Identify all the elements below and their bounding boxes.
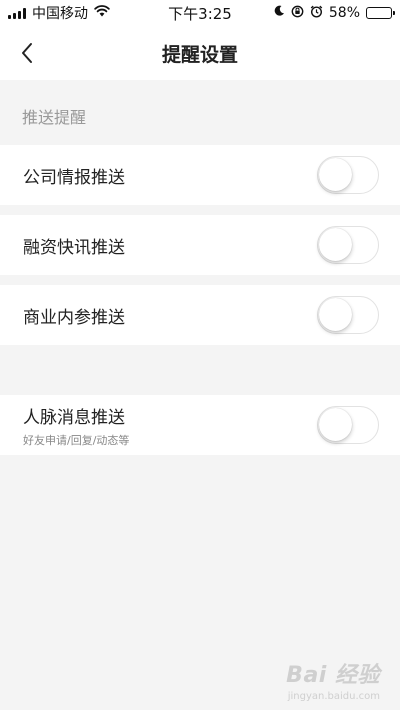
status-left: 中国移动 — [8, 3, 110, 23]
section-header: 推送提醒 — [22, 108, 87, 127]
wifi-icon — [94, 5, 110, 21]
company-intel-toggle[interactable] — [317, 156, 379, 194]
setting-text: 公司情报推送 — [23, 163, 125, 188]
watermark-url: jingyan.baidu.com — [287, 691, 380, 702]
setting-row-company-intel: 公司情报推送 — [0, 145, 400, 205]
page-title: 提醒设置 — [161, 43, 238, 66]
moon-icon — [273, 5, 285, 21]
setting-row-contacts-message: 人脉消息推送 好友申请/回复/动态等 — [0, 395, 400, 455]
baidu-watermark: Bai 经验 jingyan.baidu.com — [286, 657, 380, 702]
setting-label: 公司情报推送 — [23, 167, 125, 188]
setting-sublabel: 好友申请/回复/动态等 — [23, 433, 130, 447]
signal-icon — [8, 7, 26, 19]
setting-text: 商业内参推送 — [23, 303, 125, 328]
setting-label: 商业内参推送 — [23, 307, 125, 328]
toggle-knob — [319, 158, 352, 191]
setting-label: 融资快讯推送 — [23, 237, 125, 258]
back-button[interactable] — [12, 38, 42, 68]
status-right: 58% — [273, 5, 395, 22]
toggle-knob — [319, 408, 352, 441]
setting-label: 人脉消息推送 — [23, 407, 125, 428]
carrier-name: 中国移动 — [32, 6, 88, 22]
toggle-knob — [319, 298, 352, 331]
battery-percent: 58% — [328, 5, 360, 21]
setting-text: 融资快讯推送 — [23, 233, 125, 258]
contacts-message-toggle[interactable] — [317, 406, 379, 444]
chevron-left-icon — [22, 43, 32, 63]
business-insider-toggle[interactable] — [317, 296, 379, 334]
funding-news-toggle[interactable] — [317, 226, 379, 264]
setting-row-funding-news: 融资快讯推送 — [0, 215, 400, 275]
setting-text: 人脉消息推送 好友申请/回复/动态等 — [23, 403, 129, 448]
orientation-lock-icon — [291, 5, 304, 22]
watermark-brand: Bai 经验 — [286, 663, 380, 688]
battery-icon — [366, 7, 395, 19]
nav-bar: 提醒设置 — [0, 26, 400, 80]
toggle-knob — [319, 228, 352, 261]
status-bar: 中国移动 下午3:25 58% — [0, 0, 400, 26]
alarm-icon — [310, 5, 323, 22]
setting-row-business-insider: 商业内参推送 — [0, 285, 400, 345]
